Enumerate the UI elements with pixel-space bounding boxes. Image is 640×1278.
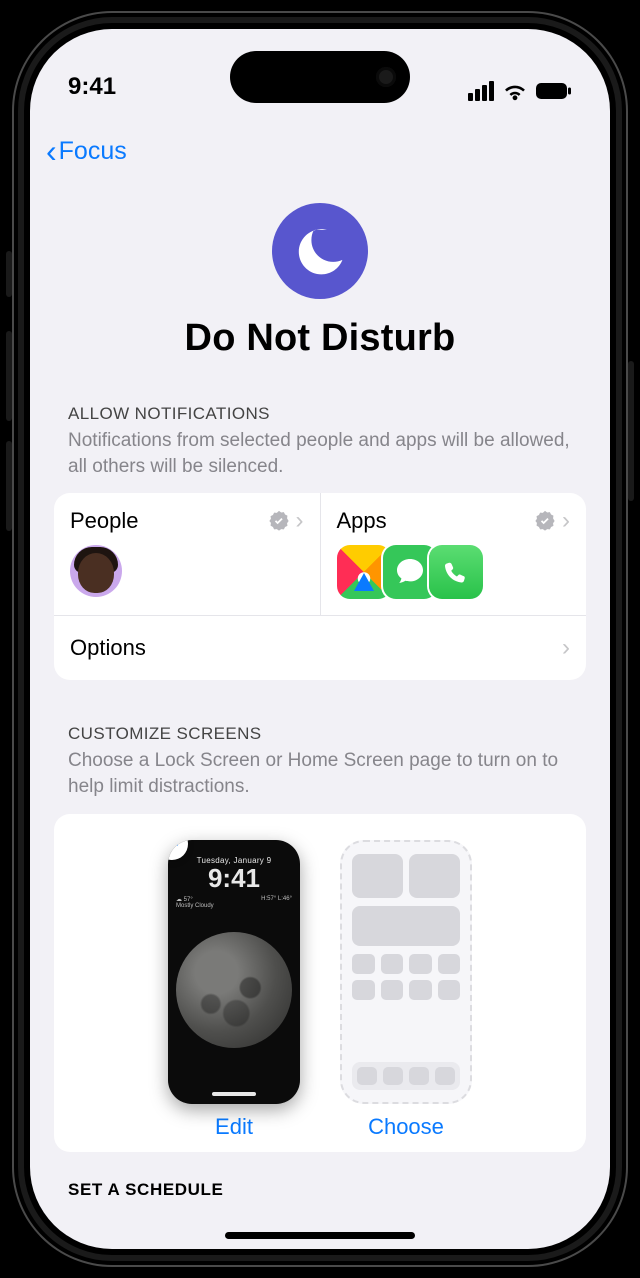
checkmark-seal-icon (534, 510, 556, 532)
home-screen-column: Choose (340, 840, 472, 1140)
chevron-left-icon: ‹ (46, 135, 57, 167)
people-label: People (70, 508, 139, 534)
allow-notifications-card: People › Apps (54, 493, 586, 680)
volume-down-button (6, 441, 12, 531)
apps-row (337, 545, 571, 599)
section-header-label: SET A SCHEDULE (68, 1180, 572, 1200)
chevron-right-icon: › (562, 507, 570, 535)
chevron-right-icon: › (296, 507, 304, 535)
cellular-icon (468, 81, 494, 101)
nav-bar: ‹ Focus (30, 125, 610, 177)
moon-wallpaper-icon (176, 932, 292, 1048)
chevron-right-icon: › (562, 634, 570, 662)
lock-screen-preview[interactable]: – Tuesday, January 9 9:41 ☁︎ 57°Mostly C… (168, 840, 300, 1104)
apps-cell[interactable]: Apps › (320, 493, 587, 615)
home-screen-placeholder[interactable] (340, 840, 472, 1104)
volume-up-button (6, 331, 12, 421)
screen: 9:41 ‹ Focus Do Not Disturb (30, 29, 610, 1249)
back-label: Focus (59, 137, 127, 166)
back-button[interactable]: ‹ Focus (46, 135, 127, 167)
side-button (628, 361, 634, 501)
contact-avatar (70, 545, 122, 597)
lock-screen-column: – Tuesday, January 9 9:41 ☁︎ 57°Mostly C… (168, 840, 300, 1140)
front-camera-icon (376, 67, 396, 87)
battery-icon (536, 82, 572, 100)
page-title: Do Not Disturb (54, 317, 586, 360)
options-row[interactable]: Options › (54, 615, 586, 680)
edit-button[interactable]: Edit (215, 1114, 253, 1140)
content-scroll[interactable]: Do Not Disturb ALLOW NOTIFICATIONS Notif… (30, 177, 610, 1249)
home-indicator[interactable] (225, 1232, 415, 1239)
phone-app-icon (429, 545, 483, 599)
section-header-label: ALLOW NOTIFICATIONS (54, 404, 586, 424)
allow-notifications-header: ALLOW NOTIFICATIONS Notifications from s… (54, 404, 586, 479)
choose-button[interactable]: Choose (368, 1114, 444, 1140)
checkmark-seal-icon (268, 510, 290, 532)
wifi-icon (502, 81, 528, 101)
dynamic-island (230, 51, 410, 103)
lock-time: 9:41 (168, 865, 300, 891)
people-cell[interactable]: People › (54, 493, 320, 615)
home-indicator-icon (212, 1092, 256, 1096)
status-time: 9:41 (68, 73, 116, 101)
apps-label: Apps (337, 508, 387, 534)
iphone-frame: 9:41 ‹ Focus Do Not Disturb (12, 11, 628, 1267)
moon-icon (272, 203, 368, 299)
customize-screens-header: CUSTOMIZE SCREENS Choose a Lock Screen o… (54, 724, 586, 799)
focus-hero: Do Not Disturb (54, 203, 586, 360)
section-header-description: Choose a Lock Screen or Home Screen page… (54, 744, 586, 799)
options-label: Options (70, 635, 146, 661)
set-schedule-header: SET A SCHEDULE (54, 1180, 586, 1200)
section-header-description: Notifications from selected people and a… (54, 424, 586, 479)
section-header-label: CUSTOMIZE SCREENS (54, 724, 586, 744)
mute-switch (6, 251, 12, 297)
customize-screens-card: – Tuesday, January 9 9:41 ☁︎ 57°Mostly C… (54, 814, 586, 1152)
